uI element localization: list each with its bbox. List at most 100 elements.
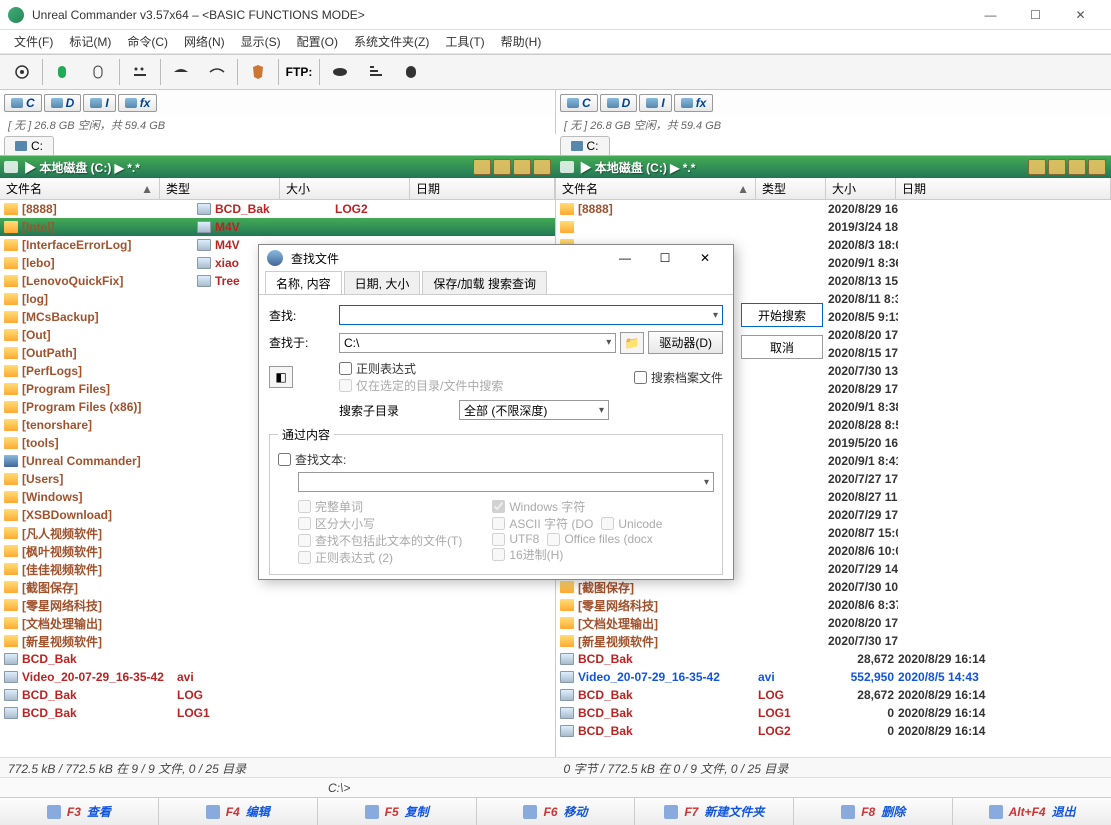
maximize-button[interactable]: ☐: [1013, 1, 1058, 29]
fkey-F7[interactable]: F7 新建文件夹: [635, 798, 794, 825]
path-btn-3[interactable]: [513, 159, 531, 175]
fkey-F4[interactable]: F4 编辑: [159, 798, 318, 825]
dialog-tab-name-content[interactable]: 名称, 内容: [265, 271, 342, 294]
find-input[interactable]: ▾: [339, 305, 723, 325]
toolbar-ftp-button[interactable]: FTP:: [281, 57, 317, 87]
left-pathbar[interactable]: ▶ 本地磁盘 (C:) ▶ *.*: [0, 156, 556, 178]
menu-item[interactable]: 网络(N): [176, 30, 233, 53]
left-tab[interactable]: C:: [4, 136, 54, 155]
list-item[interactable]: BCD_Bak28,6722020/8/29 16:14: [556, 650, 1111, 668]
path-btn-1[interactable]: [1028, 159, 1046, 175]
right-drive-buttons: CDIfx: [556, 90, 1111, 116]
list-item[interactable]: BCD_Bak: [0, 650, 555, 668]
col-name[interactable]: 文件名▲: [556, 178, 756, 199]
list-item[interactable]: [新星视频软件]: [0, 632, 555, 650]
drive-button-I[interactable]: I: [83, 94, 115, 112]
app-icon: [8, 7, 24, 23]
menu-item[interactable]: 工具(T): [437, 30, 492, 53]
path-btn-2[interactable]: [493, 159, 511, 175]
minimize-button[interactable]: —: [968, 1, 1013, 29]
drive-button-fx[interactable]: fx: [674, 94, 714, 112]
dialog-minimize-button[interactable]: —: [605, 245, 645, 271]
toolbar-btn-1[interactable]: [4, 57, 40, 87]
col-type[interactable]: 类型: [160, 178, 280, 199]
col-name[interactable]: 文件名▲: [0, 178, 160, 199]
list-item[interactable]: BCD_BakLOG1: [0, 704, 555, 722]
list-item[interactable]: BCD_BakLOG28,6722020/8/29 16:14: [556, 686, 1111, 704]
toolbar-btn-7[interactable]: [240, 57, 276, 87]
toolbar-btn-11[interactable]: [394, 57, 430, 87]
toolbar-btn-10[interactable]: [358, 57, 394, 87]
fkey-F3[interactable]: F3 查看: [0, 798, 159, 825]
drive-button-I[interactable]: I: [639, 94, 671, 112]
col-size[interactable]: 大小: [280, 178, 410, 199]
drive-button-C[interactable]: C: [560, 94, 598, 112]
find-text-input[interactable]: ▾: [298, 472, 714, 492]
drive-button-C[interactable]: C: [4, 94, 42, 112]
toolbar-btn-2[interactable]: [45, 57, 81, 87]
list-item[interactable]: BCD_BakLOG: [0, 686, 555, 704]
list-item[interactable]: 2019/3/24 18:11: [556, 218, 1111, 236]
list-item[interactable]: [零星网络科技]: [0, 596, 555, 614]
menu-item[interactable]: 配置(O): [289, 30, 346, 53]
list-item[interactable]: [零星网络科技]2020/8/6 8:37: [556, 596, 1111, 614]
depth-select[interactable]: 全部 (不限深度)▾: [459, 400, 609, 420]
right-tab[interactable]: C:: [560, 136, 610, 155]
path-btn-3[interactable]: [1068, 159, 1086, 175]
list-item[interactable]: BCD_BakLOG102020/8/29 16:14: [556, 704, 1111, 722]
list-item[interactable]: BCD_BakLOG202020/8/29 16:14: [556, 722, 1111, 740]
dialog-close-button[interactable]: ✕: [685, 245, 725, 271]
col-date[interactable]: 日期: [410, 178, 555, 199]
list-item[interactable]: [文档处理输出]2020/8/20 17:56: [556, 614, 1111, 632]
list-item[interactable]: Video_20-07-29_16-35-42avi552,9502020/8/…: [556, 668, 1111, 686]
path-btn-4[interactable]: [533, 159, 551, 175]
office-checkbox: [547, 533, 560, 546]
cancel-button[interactable]: 取消: [741, 335, 823, 359]
menu-item[interactable]: 标记(M): [61, 30, 119, 53]
list-item[interactable]: Video_20-07-29_16-35-42avi: [0, 668, 555, 686]
regex-checkbox[interactable]: [339, 362, 352, 375]
dialog-tab-save-load[interactable]: 保存/加载 搜索查询: [422, 271, 547, 294]
menu-item[interactable]: 系统文件夹(Z): [346, 30, 437, 53]
browse-folder-button[interactable]: 📁: [620, 332, 644, 354]
search-archive-checkbox[interactable]: [634, 371, 647, 384]
toolbar-btn-9[interactable]: [322, 57, 358, 87]
start-search-button[interactable]: 开始搜索: [741, 303, 823, 327]
toolbar-btn-5[interactable]: [163, 57, 199, 87]
path-btn-1[interactable]: [473, 159, 491, 175]
dialog-title: 查找文件: [291, 250, 605, 267]
list-item[interactable]: [8888]BCD_BakLOG2: [0, 200, 555, 218]
menu-item[interactable]: 文件(F): [6, 30, 61, 53]
col-type[interactable]: 类型: [756, 178, 826, 199]
menu-item[interactable]: 命令(C): [119, 30, 176, 53]
toolbar-btn-4[interactable]: [122, 57, 158, 87]
menu-item[interactable]: 显示(S): [233, 30, 289, 53]
toolbar-btn-6[interactable]: [199, 57, 235, 87]
drive-button-D[interactable]: D: [600, 94, 638, 112]
toolbar-btn-3[interactable]: [81, 57, 117, 87]
drives-button[interactable]: 驱动器(D): [648, 331, 723, 354]
find-text-checkbox[interactable]: [278, 453, 291, 466]
dialog-maximize-button[interactable]: ☐: [645, 245, 685, 271]
list-item[interactable]: [新星视频软件]2020/7/30 17:17: [556, 632, 1111, 650]
fkey-F8[interactable]: F8 删除: [794, 798, 953, 825]
command-bar[interactable]: C:\>: [0, 777, 1111, 797]
right-pathbar[interactable]: ▶ 本地磁盘 (C:) ▶ *.*: [556, 156, 1111, 178]
path-btn-4[interactable]: [1088, 159, 1106, 175]
path-btn-2[interactable]: [1048, 159, 1066, 175]
drive-button-D[interactable]: D: [44, 94, 82, 112]
find-in-input[interactable]: C:\▾: [339, 333, 616, 353]
list-item[interactable]: [8888]2020/8/29 16:50: [556, 200, 1111, 218]
fkey-F6[interactable]: F6 移动: [477, 798, 636, 825]
close-button[interactable]: ✕: [1058, 1, 1103, 29]
dialog-tab-date-size[interactable]: 日期, 大小: [344, 271, 421, 294]
list-item[interactable]: [Intel]M4V: [0, 218, 555, 236]
fkey-F5[interactable]: F5 复制: [318, 798, 477, 825]
col-date[interactable]: 日期: [896, 178, 1111, 199]
menu-item[interactable]: 帮助(H): [493, 30, 550, 53]
aux-button[interactable]: ◧: [269, 366, 293, 388]
drive-button-fx[interactable]: fx: [118, 94, 158, 112]
fkey-Alt+F4[interactable]: Alt+F4 退出: [953, 798, 1111, 825]
list-item[interactable]: [文档处理输出]: [0, 614, 555, 632]
col-size[interactable]: 大小: [826, 178, 896, 199]
